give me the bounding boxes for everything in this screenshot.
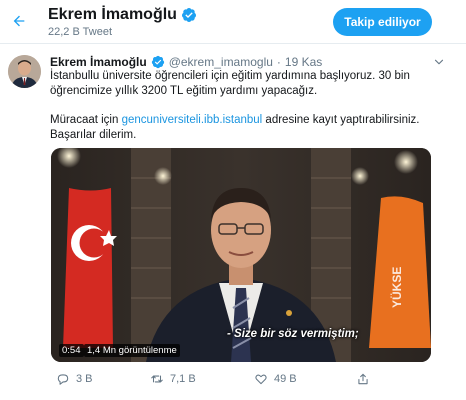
like-button[interactable]: 49 B — [254, 372, 297, 386]
tweet-author[interactable]: Ekrem İmamoğlu — [50, 55, 147, 69]
video-subtitle: - Size bir söz vermiştim; — [227, 328, 359, 340]
arrow-left-icon — [13, 15, 25, 27]
video-views: 1,4 Mn görüntülenme — [84, 344, 180, 357]
avatar[interactable] — [8, 55, 41, 88]
registration-link[interactable]: gencuniversiteli.ibb.istanbul — [122, 114, 263, 126]
tweet-text-prefix: Müracaat için — [50, 114, 122, 126]
reply-button[interactable]: 3 B — [56, 372, 93, 386]
tweet-paragraph-2: Müracaat için gencuniversiteli.ibb.istan… — [50, 113, 440, 143]
tweet-text: İstanbullu üniversite öğrencileri için e… — [50, 69, 440, 157]
tweet-count: 22,2 B Tweet — [48, 26, 113, 38]
retweet-icon — [151, 375, 163, 383]
retweet-button[interactable]: 7,1 B — [150, 372, 196, 386]
heart-icon — [255, 374, 267, 385]
verified-badge-icon — [151, 55, 164, 69]
header-title: Ekrem İmamoğlu — [48, 6, 197, 24]
video-player[interactable]: YÜKSE - Size bir söz vermiştim; 0:54 1,4… — [51, 148, 431, 362]
tweet-header: Ekrem İmamoğlu @ekrem_imamoglu · 19 Kas — [50, 55, 322, 69]
tweet-handle[interactable]: @ekrem_imamoglu — [169, 55, 273, 69]
reply-icon — [57, 374, 69, 385]
following-button[interactable]: Takip ediliyor — [333, 8, 432, 36]
svg-text:YÜKSE: YÜKSE — [389, 267, 404, 308]
tweet-actions: 3 B 7,1 B 49 B — [50, 372, 430, 392]
share-button[interactable] — [356, 372, 370, 386]
tweet-date[interactable]: 19 Kas — [285, 55, 322, 69]
reply-count: 3 B — [76, 373, 93, 385]
retweet-count: 7,1 B — [170, 373, 196, 385]
like-count: 49 B — [274, 373, 297, 385]
tweet[interactable]: Ekrem İmamoğlu @ekrem_imamoglu · 19 Kas … — [0, 45, 466, 400]
separator-dot: · — [276, 55, 281, 69]
verified-badge-icon — [181, 8, 196, 22]
tweet-paragraph-1: İstanbullu üniversite öğrencileri için e… — [50, 70, 410, 97]
back-button[interactable] — [6, 8, 32, 34]
profile-header: Ekrem İmamoğlu 22,2 B Tweet Takip ediliy… — [0, 0, 466, 44]
header-name: Ekrem İmamoğlu — [48, 6, 177, 23]
video-duration: 0:54 — [59, 344, 84, 357]
chevron-down-icon[interactable] — [432, 55, 446, 69]
share-icon — [358, 373, 368, 385]
